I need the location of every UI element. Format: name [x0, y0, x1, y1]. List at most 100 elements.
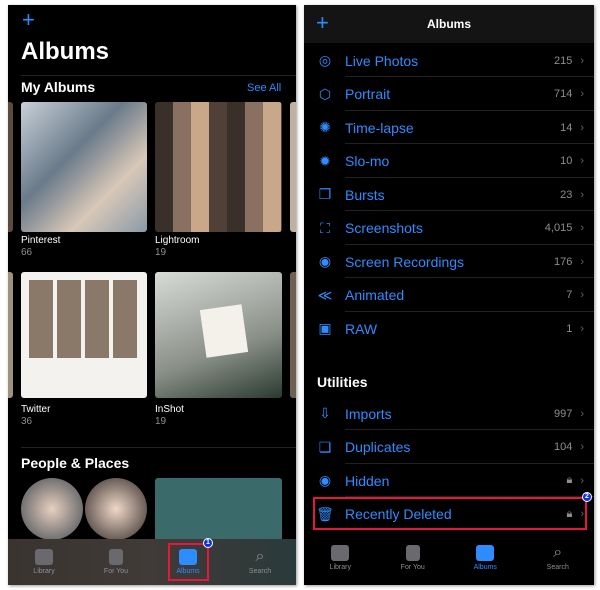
albums-icon	[476, 545, 495, 561]
album-row-animated[interactable]: ≪ Animated 7 ›	[316, 279, 594, 312]
search-icon: ⌕	[553, 544, 563, 561]
row-count: 215	[553, 54, 573, 67]
chevron-right-icon: ›	[580, 474, 584, 487]
chevron-right-icon: ›	[580, 222, 584, 234]
row-count: 1	[566, 322, 573, 335]
tab-albums[interactable]: Albums	[455, 545, 515, 571]
album-name: InShot	[155, 404, 184, 415]
album-count: 19	[155, 247, 167, 258]
row-label: Slo-mo	[345, 153, 390, 169]
tab-label: Library	[329, 564, 351, 571]
for-you-icon	[405, 545, 420, 561]
eye-slash-icon: ◉	[318, 472, 332, 488]
screenshot-icon: ⛶	[320, 219, 330, 236]
record-icon: ◉	[318, 253, 332, 269]
row-label: RAW	[345, 320, 378, 337]
raw-icon: ▣	[318, 320, 332, 336]
album-name: Pinterest	[21, 235, 61, 246]
album-twitter[interactable]	[21, 272, 147, 398]
album-thumb-partial	[290, 102, 296, 232]
tab-label: Search	[248, 568, 272, 575]
album-count: 36	[21, 416, 33, 427]
album-row-imports[interactable]: ⇩ Imports 997 ›	[316, 397, 594, 430]
chevron-right-icon: ›	[580, 188, 584, 201]
album-name: Lightroom	[155, 235, 200, 246]
row-count: 714	[553, 88, 573, 100]
album-pinterest[interactable]	[21, 102, 147, 232]
album-lightroom[interactable]	[155, 102, 282, 232]
album-thumb-partial	[8, 272, 13, 398]
animated-icon: ≪	[317, 286, 333, 303]
step-badge: 2	[582, 492, 592, 502]
chevron-right-icon: ›	[580, 54, 584, 67]
lock-icon: 🔒︎	[566, 474, 573, 486]
album-row-screen-recordings[interactable]: ◉ Screen Recordings 176 ›	[316, 245, 594, 278]
album-row-live-photos[interactable]: ◎ Live Photos 215 ›	[316, 44, 594, 77]
album-thumb-partial	[8, 102, 13, 232]
album-name: Twitter	[21, 404, 51, 415]
albums-screen: + Albums My Albums See All Pinterest 66 …	[8, 5, 296, 585]
highlight-box	[168, 543, 209, 581]
chevron-right-icon: ›	[580, 322, 584, 335]
row-count: 176	[553, 255, 573, 268]
row-count: 104	[553, 441, 573, 453]
slomo-icon: ✹	[319, 152, 331, 169]
album-row-slo-mo[interactable]: ✹ Slo-mo 10 ›	[316, 145, 594, 178]
album-row-duplicates[interactable]: ❏ Duplicates 104 ›	[316, 431, 594, 464]
chevron-right-icon: ›	[580, 121, 584, 134]
people-places-heading: People & Places	[21, 455, 130, 471]
album-row-time-lapse[interactable]: ✺ Time-lapse 14 ›	[316, 111, 594, 144]
tab-for-you[interactable]: For You	[383, 545, 443, 571]
row-label: Time-lapse	[345, 119, 414, 136]
add-album-button[interactable]: +	[22, 7, 35, 33]
row-label: Duplicates	[345, 439, 411, 455]
row-count: 23	[560, 188, 573, 201]
row-label: Screen Recordings	[345, 253, 465, 270]
search-icon: ⌕	[255, 548, 265, 565]
row-label: Portrait	[345, 86, 391, 102]
highlight-box	[313, 497, 587, 530]
row-count: 14	[560, 121, 573, 134]
album-row-raw[interactable]: ▣ RAW 1 ›	[316, 312, 584, 345]
album-row-screenshots[interactable]: ⛶ Screenshots 4,015 ›	[316, 212, 594, 245]
album-inshot[interactable]	[155, 272, 282, 398]
album-count: 19	[155, 416, 167, 427]
album-row-bursts[interactable]: ❐ Bursts 23 ›	[316, 178, 594, 211]
tab-label: For You	[400, 564, 425, 571]
row-count: 4,015	[544, 222, 573, 234]
chevron-right-icon: ›	[580, 155, 584, 167]
chevron-right-icon: ›	[580, 441, 584, 453]
see-all-link[interactable]: See All	[247, 82, 281, 94]
tab-library[interactable]: Library	[14, 549, 74, 575]
places-map[interactable]	[155, 478, 282, 548]
divider	[21, 447, 296, 448]
divider	[21, 75, 296, 76]
album-thumb-partial	[290, 272, 296, 398]
albums-list-screen: + Albums ◎ Live Photos 215 › ⬡ Portrait …	[304, 5, 594, 585]
row-label: Screenshots	[345, 220, 423, 236]
album-row-portrait[interactable]: ⬡ Portrait 714 ›	[316, 78, 594, 111]
tab-bar: Library For You Albums 1 ⌕ Search	[8, 538, 296, 585]
chevron-right-icon: ›	[580, 289, 584, 301]
photo-stack-icon	[35, 549, 53, 565]
nav-bar: + Albums	[304, 5, 594, 43]
step-badge: 1	[203, 538, 213, 548]
row-count: 10	[560, 155, 573, 167]
utilities-heading: Utilities	[317, 374, 368, 390]
tab-search[interactable]: ⌕ Search	[528, 544, 588, 572]
person-thumb[interactable]	[85, 478, 147, 540]
cube-icon: ⬡	[318, 85, 332, 102]
album-row-hidden[interactable]: ◉ Hidden 🔒︎ ›	[316, 464, 594, 497]
live-photo-icon: ◎	[318, 52, 332, 68]
person-thumb[interactable]	[21, 478, 83, 540]
album-count: 66	[21, 247, 33, 258]
tab-library[interactable]: Library	[310, 545, 370, 571]
tab-search[interactable]: ⌕ Search	[230, 548, 290, 576]
page-title: Albums	[21, 38, 110, 65]
bursts-icon: ❐	[318, 186, 332, 202]
for-you-icon	[109, 549, 123, 565]
row-count: 997	[553, 407, 573, 420]
tab-for-you[interactable]: For You	[86, 549, 146, 575]
nav-title: Albums	[426, 17, 471, 31]
tab-albums[interactable]: Albums 1	[158, 538, 218, 581]
